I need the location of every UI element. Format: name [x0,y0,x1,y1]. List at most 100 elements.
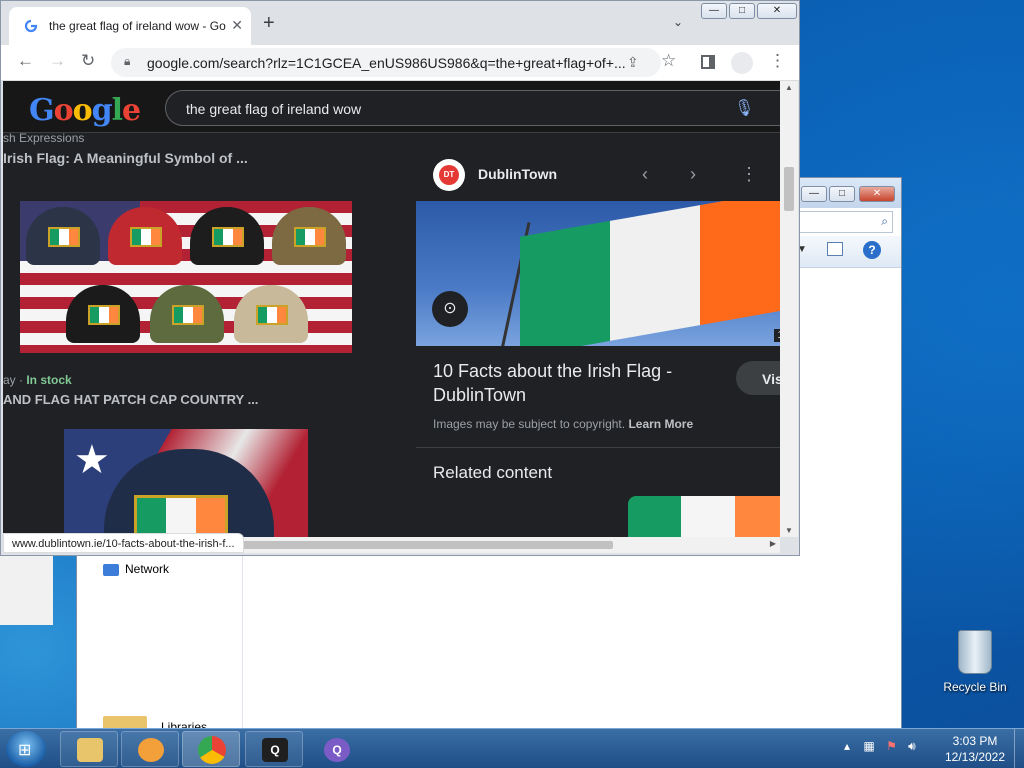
link-status-bubble: www.dublintown.ie/10-facts-about-the-iri… [3,533,244,553]
learn-more-link[interactable]: Learn More [628,417,693,431]
media-player-icon [138,738,164,762]
new-tab-button[interactable]: + [263,13,275,33]
clock-time: 3:03 PM [952,734,998,748]
back-arrow-icon[interactable]: ← [17,51,34,71]
browser-tab[interactable]: the great flag of ireland wow - Go ✕ [9,7,251,45]
more-options-icon[interactable]: ⋮ [740,164,758,185]
recycle-bin-label: Recycle Bin [943,680,1007,694]
help-icon[interactable]: ? [863,241,881,259]
bookmark-star-icon[interactable]: ☆ [661,51,676,71]
scrollbar-thumb[interactable] [233,541,613,549]
result-meta: ay · In stock [3,373,72,387]
in-stock-label: In stock [26,373,72,387]
scrollbar-thumb[interactable] [784,167,794,211]
microphone-icon[interactable]: 🎙︎ [734,98,754,118]
browser-toolbar: ← → ↻ 🔒︎ google.com/search?rlz=1C1GCEA_e… [1,45,799,81]
related-content-heading: Related content [433,463,553,482]
explorer-close-button[interactable]: ✕ [859,186,895,202]
taskbar-app-q-button[interactable]: Q [245,731,303,767]
irish-flag [520,201,780,346]
page-content: Google the great flag of ireland wow 🎙︎ … [3,81,780,537]
chrome-close-button[interactable]: ✕ [757,3,797,19]
taskbar-media-player-button[interactable] [121,731,179,767]
preview-image-irish-flag[interactable]: ⊙ 1 [416,201,780,346]
visit-button[interactable]: Vis [736,361,780,395]
chrome-minimize-button[interactable]: — [701,3,727,19]
action-center-icon[interactable]: ⚑ [886,739,897,753]
cap-image [66,285,140,343]
preview-pane-icon[interactable] [827,242,843,256]
panel-source-name[interactable]: DublinTown [478,166,557,182]
taskbar-explorer-button[interactable] [60,731,118,767]
result-source: sh Expressions [3,131,85,145]
show-hidden-icons-icon[interactable]: ▴ [844,739,850,753]
windows-logo-icon: ⊞ [18,742,32,759]
q-app-icon: Q [262,738,288,762]
taskbar: ⊞ Q Q ▴ ▦ ⚑ 🔊︎ 3:03 PM 12/13/2022 [0,728,1024,768]
result-title[interactable]: Irish Flag: A Meaningful Symbol of ... [3,150,248,166]
volume-icon[interactable]: 🔊︎ [908,739,916,753]
tab-title: the great flag of ireland wow - Go [49,19,226,33]
image-preview-panel: DT DublinTown ‹ › ⋮ ⊙ 1 10 Facts about t… [416,149,780,537]
panel-header: DT DublinTown ‹ › ⋮ [416,149,780,201]
profile-avatar-icon[interactable] [731,52,753,74]
hat-flag-patch [134,495,228,537]
explorer-maximize-button[interactable]: □ [829,186,855,202]
panel-divider [416,447,780,448]
result-title[interactable]: AND FLAG HAT PATCH CAP COUNTRY ... [3,392,258,407]
result-image-caps[interactable] [20,201,352,353]
taskbar-chrome-button[interactable] [182,731,240,767]
scroll-down-icon[interactable]: ▼ [785,526,793,535]
side-panel-icon[interactable] [701,55,715,69]
tab-search-chevron-icon[interactable]: ⌄ [673,15,683,29]
address-url: google.com/search?rlz=1C1GCEA_enUS986US9… [147,55,626,71]
vertical-scrollbar[interactable]: ▲ ▼ [780,81,798,537]
q-purple-app-icon: Q [324,738,350,762]
system-tray: ▴ ▦ ⚑ 🔊︎ [844,739,916,754]
chrome-maximize-button[interactable]: □ [729,3,755,19]
tab-strip: the great flag of ireland wow - Go ✕ + ⌄… [1,1,799,45]
panel-title[interactable]: 10 Facts about the Irish Flag - DublinTo… [433,359,733,407]
explorer-minimize-button[interactable]: — [801,186,827,202]
forward-arrow-icon[interactable]: → [49,51,66,71]
lock-icon: 🔒︎ [124,54,131,68]
start-button[interactable]: ⊞ [6,731,46,767]
scroll-right-icon[interactable]: ▶ [770,539,776,548]
cap-image [234,285,308,343]
search-icon: ⌕ [881,214,888,228]
taskbar-clock[interactable]: 3:03 PM 12/13/2022 [936,733,1014,765]
recycle-bin-desktop-icon[interactable]: Recycle Bin [942,630,1008,694]
explorer-search-box[interactable]: ⌕ [797,211,893,233]
chrome-icon [198,736,226,764]
next-chevron-icon[interactable]: › [690,164,696,185]
copyright-notice: Images may be subject to copyright. Lear… [433,417,694,431]
google-favicon-icon [24,19,38,33]
nav-item-network[interactable]: Network [125,562,169,576]
star-icon: ★ [74,438,110,482]
reload-icon[interactable]: ↻ [81,51,95,71]
network-icon [103,564,119,576]
show-desktop-button[interactable] [1014,729,1024,768]
dublintown-logo: DT [433,159,465,191]
clock-date: 12/13/2022 [944,750,1006,764]
cap-image [108,207,182,265]
prev-chevron-icon[interactable]: ‹ [642,164,648,185]
menu-dots-icon[interactable]: ⋮ [769,51,786,71]
cap-image [150,285,224,343]
window-fragment [0,555,53,625]
result-image-hat[interactable]: ★ [64,429,308,537]
folder-icon [77,738,103,762]
network-tray-icon[interactable]: ▦ [863,739,874,753]
google-lens-icon[interactable]: ⊙ [432,291,468,327]
address-bar[interactable]: 🔒︎ google.com/search?rlz=1C1GCEA_enUS986… [111,48,661,77]
result-meta-text: ay · [3,373,27,387]
share-icon[interactable]: ⇪ [627,54,639,71]
recycle-bin-icon [958,630,992,674]
taskbar-app-q2-button[interactable]: Q [307,731,365,767]
related-image[interactable] [628,496,780,537]
tab-close-icon[interactable]: ✕ [231,17,243,34]
google-header: Google the great flag of ireland wow 🎙︎ [3,81,780,133]
google-search-box[interactable]: the great flag of ireland wow 🎙︎ [165,90,780,126]
google-logo[interactable]: Google [29,93,141,128]
scroll-up-icon[interactable]: ▲ [785,83,793,92]
